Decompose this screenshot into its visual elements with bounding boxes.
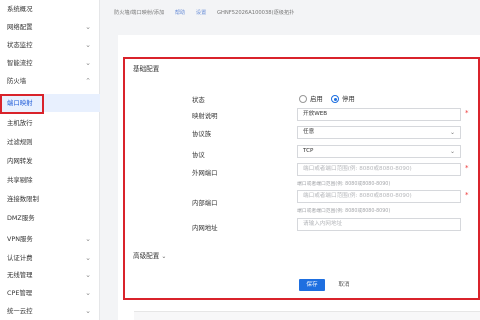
sidebar-item-monitor[interactable]: 状态监控 ⌄ bbox=[0, 36, 100, 54]
chevron-down-icon: ⌄ bbox=[85, 254, 91, 262]
chevron-down-icon: ⌄ bbox=[85, 41, 91, 49]
sidebar-item-network[interactable]: 网络配置 ⌄ bbox=[0, 18, 100, 36]
chevron-up-icon: ⌃ bbox=[85, 77, 91, 85]
sidebar-item-label: 主机放行 bbox=[7, 119, 33, 127]
sidebar-item-lan-forward[interactable]: 内网转发 bbox=[0, 152, 100, 170]
help-link[interactable]: 帮助 bbox=[175, 10, 185, 16]
sidebar-item-label: 状态监控 bbox=[7, 41, 33, 49]
sidebar-item-label: DMZ服务 bbox=[7, 214, 35, 222]
chevron-down-icon: ⌄ bbox=[85, 289, 91, 297]
chevron-down-icon: ⌄ bbox=[85, 307, 91, 315]
sidebar-item-vpn[interactable]: VPN服务 ⌄ bbox=[0, 230, 100, 248]
highlight-outline bbox=[123, 57, 480, 300]
sidebar-item-share-kick[interactable]: 共享剔除 bbox=[0, 171, 100, 189]
highlight-outline bbox=[0, 94, 44, 114]
sidebar-item-host-allow[interactable]: 主机放行 bbox=[0, 114, 100, 132]
sidebar-item-label: 连接数限制 bbox=[7, 195, 39, 203]
sidebar-item-cpe[interactable]: CPE管理 ⌄ bbox=[0, 284, 100, 302]
sidebar-item-dmz[interactable]: DMZ服务 bbox=[0, 209, 100, 227]
sidebar-item-label: 网络配置 bbox=[7, 23, 33, 31]
sidebar-item-auth-billing[interactable]: 认证计费 ⌄ bbox=[0, 249, 100, 267]
sidebar-item-label: 防火墙 bbox=[7, 77, 27, 85]
chevron-down-icon: ⌄ bbox=[85, 23, 91, 31]
sidebar-item-wireless[interactable]: 无线管理 ⌄ bbox=[0, 266, 100, 284]
sidebar-item-label: 过滤规则 bbox=[7, 138, 33, 146]
settings-link[interactable]: 设置 bbox=[196, 10, 206, 16]
sidebar-item-firewall[interactable]: 防火墙 ⌃ bbox=[0, 72, 100, 90]
sidebar-item-cloud[interactable]: 统一云控 ⌄ bbox=[0, 302, 100, 320]
sidebar-item-label: VPN服务 bbox=[7, 235, 33, 243]
sidebar-item-flow-control[interactable]: 智能流控 ⌄ bbox=[0, 54, 100, 72]
sidebar-item-label: 认证计费 bbox=[7, 254, 33, 262]
breadcrumb: 防火墙/端口映射/添加 帮助 设置 GHNF52026A100038(逐级拓扑 bbox=[100, 0, 480, 26]
sidebar-item-filter-rules[interactable]: 过滤规则 bbox=[0, 133, 100, 151]
sidebar-item-label: 系统概况 bbox=[7, 5, 33, 13]
chevron-down-icon: ⌄ bbox=[85, 235, 91, 243]
sidebar-item-label: 内网转发 bbox=[7, 157, 33, 165]
chevron-down-icon: ⌄ bbox=[85, 59, 91, 67]
sidebar-item-conn-limit[interactable]: 连接数限制 bbox=[0, 190, 100, 208]
chevron-down-icon: ⌄ bbox=[85, 271, 91, 279]
sidebar-item-overview[interactable]: 系统概况 bbox=[0, 0, 100, 18]
sidebar-item-label: 共享剔除 bbox=[7, 176, 33, 184]
sidebar-item-label: 无线管理 bbox=[7, 271, 33, 279]
next-section-strip bbox=[134, 311, 480, 320]
breadcrumb-path: 防火墙/端口映射/添加 bbox=[114, 10, 165, 16]
sidebar: 系统概况 网络配置 ⌄ 状态监控 ⌄ 智能流控 ⌄ 防火墙 ⌃ 端口映射 主机放行 过滤… bbox=[0, 0, 100, 320]
sidebar-item-label: CPE管理 bbox=[7, 289, 33, 297]
sidebar-item-label: 智能流控 bbox=[7, 59, 33, 67]
sidebar-item-label: 统一云控 bbox=[7, 307, 33, 315]
device-name: GHNF52026A100038(逐级拓扑 bbox=[216, 10, 295, 16]
